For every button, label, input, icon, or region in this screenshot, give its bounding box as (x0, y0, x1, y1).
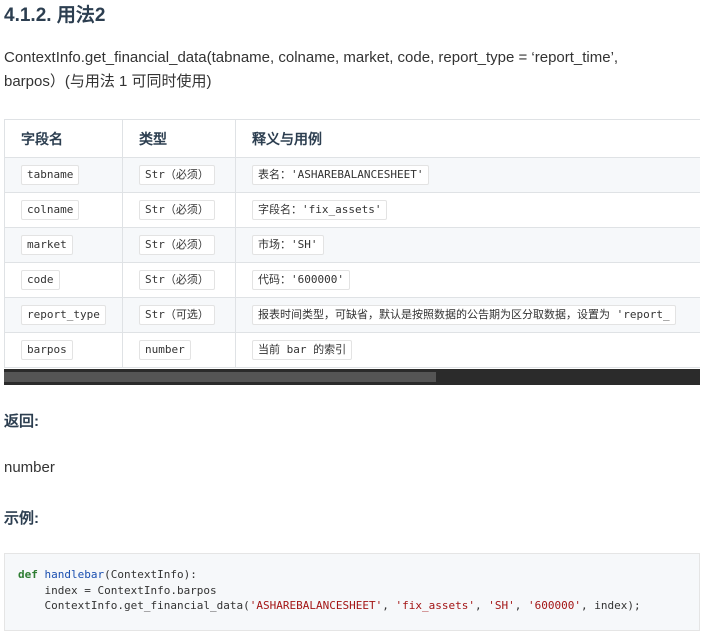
table-row: barpos number 当前 bar 的索引 (4, 332, 700, 368)
field-name: market (21, 235, 73, 255)
code-string: 'ASHAREBALANCESHEET' (249, 599, 383, 612)
scrollbar-thumb[interactable] (4, 372, 436, 382)
field-description: 字段名：'fix_assets' (252, 200, 388, 220)
field-type: Str（可选） (139, 305, 215, 325)
params-table-container[interactable]: 字段名 类型 释义与用例 tabname Str（必须） 表名：'ASHAREB… (4, 119, 700, 385)
field-description: 报表时间类型，可缺省，默认是按照数据的公告期为区分取数据，设置为 'report… (252, 305, 676, 325)
field-name: code (21, 270, 60, 290)
field-name: report_type (21, 305, 106, 325)
code-string: 'fix_assets' (395, 599, 475, 612)
field-description: 表名：'ASHAREBALANCESHEET' (252, 165, 430, 185)
code-string: '600000' (527, 599, 581, 612)
code-text: , (514, 599, 528, 612)
field-type: Str（必须） (139, 200, 215, 220)
code-string: 'SH' (488, 599, 515, 612)
field-type: Str（必须） (139, 165, 215, 185)
table-row: report_type Str（可选） 报表时间类型，可缺省，默认是按照数据的公… (4, 297, 700, 333)
returns-value: number (4, 459, 55, 476)
table-row: code Str（必须） 代码：'600000' (4, 262, 700, 298)
table-row: colname Str（必须） 字段名：'fix_assets' (4, 192, 700, 228)
field-name: tabname (21, 165, 80, 185)
table-row: tabname Str（必须） 表名：'ASHAREBALANCESHEET' (4, 157, 700, 193)
field-name: colname (21, 200, 80, 220)
code-keyword-def: def (18, 568, 38, 581)
header-description: 释义与用例 (235, 119, 700, 158)
code-text: , (382, 599, 396, 612)
params-table: 字段名 类型 释义与用例 tabname Str（必须） 表名：'ASHAREB… (4, 119, 700, 368)
code-function-name: handlebar (44, 568, 105, 581)
field-description: 当前 bar 的索引 (252, 340, 353, 360)
field-name: barpos (21, 340, 73, 360)
field-type: Str（必须） (139, 270, 215, 290)
field-type: number (139, 340, 191, 360)
field-description: 市场：'SH' (252, 235, 324, 255)
signature-line-2: barpos）(与用法 1 可同时使用) (4, 73, 212, 90)
function-signature: ContextInfo.get_financial_data(tabname, … (4, 46, 704, 94)
returns-label: 返回: (4, 413, 39, 430)
code-text: ContextInfo.get_financial_data( (18, 599, 250, 612)
header-field-name: 字段名 (4, 119, 123, 158)
code-text: , index); (580, 599, 641, 612)
section-heading: 4.1.2. 用法2 (4, 5, 106, 26)
code-example: def handlebar(ContextInfo): index = Cont… (4, 553, 700, 631)
field-type: Str（必须） (139, 235, 215, 255)
code-line-2: index = ContextInfo.barpos (18, 583, 217, 597)
horizontal-scrollbar[interactable] (4, 369, 700, 385)
example-label: 示例: (4, 510, 39, 527)
field-description: 代码：'600000' (252, 270, 350, 290)
code-text: (ContextInfo): (104, 568, 197, 581)
code-text: , (474, 599, 489, 612)
table-row: market Str（必须） 市场：'SH' (4, 227, 700, 263)
signature-line-1: ContextInfo.get_financial_data(tabname, … (4, 49, 619, 66)
header-type: 类型 (122, 119, 236, 158)
